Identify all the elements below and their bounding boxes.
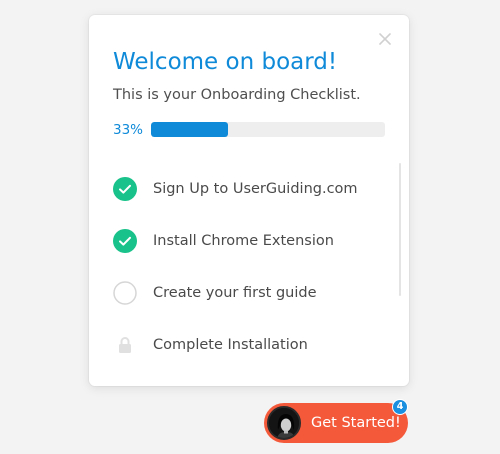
checklist-scrollbar[interactable] <box>399 163 401 296</box>
checklist-item-label: Sign Up to UserGuiding.com <box>153 181 358 197</box>
progress-bar <box>151 122 385 137</box>
checklist-item-install-extension[interactable]: Install Chrome Extension <box>113 215 383 267</box>
empty-circle-icon <box>113 281 137 305</box>
checklist-title: Welcome on board! <box>113 49 338 75</box>
check-circle-icon <box>113 229 137 253</box>
progress-percent: 33% <box>113 122 144 138</box>
progress-bar-fill <box>151 122 229 137</box>
checklist-subtitle: This is your Onboarding Checklist. <box>113 87 361 103</box>
get-started-launcher[interactable]: Get Started! 4 <box>264 399 408 443</box>
checklist-item-complete-installation[interactable]: Complete Installation <box>113 319 383 371</box>
check-circle-icon <box>113 177 137 201</box>
checklist-item-create-guide[interactable]: Create your first guide <box>113 267 383 319</box>
checklist-item-label: Create your first guide <box>153 285 317 301</box>
notification-badge: 4 <box>392 399 408 415</box>
checklist-item-label: Install Chrome Extension <box>153 233 334 249</box>
avatar <box>267 406 301 440</box>
launcher-label: Get Started! <box>311 415 401 431</box>
close-icon[interactable] <box>377 31 393 47</box>
checklist-item-sign-up[interactable]: Sign Up to UserGuiding.com <box>113 163 383 215</box>
lock-icon <box>113 333 137 357</box>
checklist-items: Sign Up to UserGuiding.com Install Chrom… <box>113 163 383 371</box>
checklist-item-label: Complete Installation <box>153 337 308 353</box>
onboarding-checklist-panel: Welcome on board! This is your Onboardin… <box>89 15 409 386</box>
